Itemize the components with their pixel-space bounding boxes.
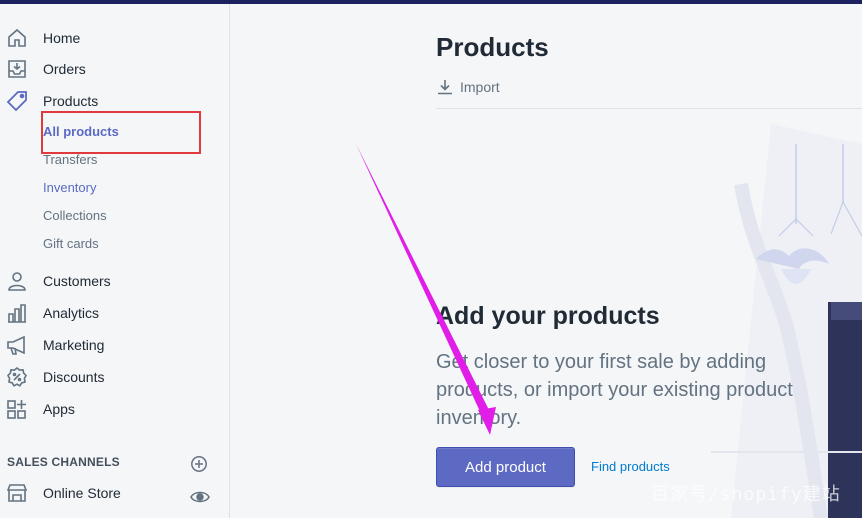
main-content: Products Import Add your products Get cl… <box>231 4 862 518</box>
sidebar-item-label: Products <box>43 93 99 109</box>
sidebar-subitem-inventory[interactable]: Inventory <box>43 176 213 198</box>
highlight-annotation-box <box>41 111 201 154</box>
empty-state-heading: Add your products <box>436 302 660 330</box>
sidebar-subitem-gift-cards[interactable]: Gift cards <box>43 232 213 254</box>
sidebar-item-label: Orders <box>43 61 86 77</box>
sidebar-item-home[interactable]: Home <box>0 23 229 53</box>
sidebar-item-label: Analytics <box>43 305 100 321</box>
sidebar-item-orders[interactable]: Orders <box>0 54 229 84</box>
sidebar-item-label: Customers <box>43 273 111 289</box>
sidebar: Home Orders Products All products Transf… <box>0 4 230 518</box>
sidebar-item-marketing[interactable]: Marketing <box>0 330 229 360</box>
bar-chart-icon <box>6 302 28 324</box>
sidebar-item-customers[interactable]: Customers <box>0 266 229 296</box>
import-button[interactable]: Import <box>436 76 500 98</box>
store-icon <box>6 482 28 504</box>
person-icon <box>6 270 28 292</box>
download-icon <box>438 80 452 95</box>
title-divider <box>436 108 862 109</box>
sidebar-item-apps[interactable]: Apps <box>0 394 229 424</box>
import-label: Import <box>460 79 500 95</box>
discount-icon <box>6 366 28 388</box>
sidebar-item-label: Marketing <box>43 337 105 353</box>
find-products-link[interactable]: Find products <box>591 459 670 474</box>
add-sales-channel-icon[interactable] <box>190 455 208 473</box>
empty-state-illustration <box>711 124 862 518</box>
sidebar-item-label: Online Store <box>43 485 121 501</box>
sidebar-item-label: Home <box>43 30 81 46</box>
eye-icon[interactable] <box>190 488 210 506</box>
watermark-text: 百家号/shopify建站 <box>651 484 841 505</box>
sidebar-item-analytics[interactable]: Analytics <box>0 298 229 328</box>
add-product-button[interactable]: Add product <box>436 447 575 487</box>
sidebar-item-label: Discounts <box>43 369 105 385</box>
sidebar-subitem-collections[interactable]: Collections <box>43 204 213 226</box>
apps-icon <box>6 398 28 420</box>
megaphone-icon <box>6 334 28 356</box>
empty-state-text: Get closer to your first sale by adding … <box>436 351 793 429</box>
tag-icon <box>6 90 28 112</box>
home-icon <box>6 27 28 49</box>
page-title: Products <box>436 32 549 62</box>
sales-channels-header: SALES CHANNELS <box>7 455 120 469</box>
sidebar-item-discounts[interactable]: Discounts <box>0 362 229 392</box>
sidebar-item-label: Apps <box>43 401 75 417</box>
orders-icon <box>6 58 28 80</box>
